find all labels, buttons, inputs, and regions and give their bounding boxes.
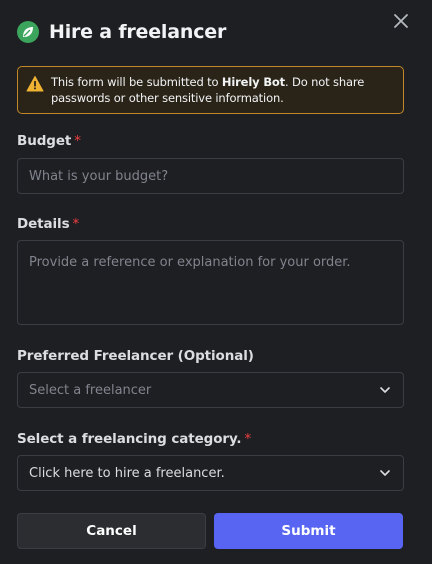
details-placeholder: Provide a reference or explanation for y…: [29, 255, 351, 270]
chevron-down-icon: [380, 470, 390, 476]
close-button[interactable]: [390, 10, 412, 32]
budget-label: Budget *: [17, 133, 81, 149]
category-label: Select a freelancing category. *: [17, 431, 252, 447]
cancel-button[interactable]: Cancel: [17, 513, 206, 549]
freelancer-placeholder: Select a freelancer: [29, 382, 152, 398]
freelancer-label: Preferred Freelancer (Optional): [17, 348, 254, 364]
required-marker: *: [74, 133, 81, 149]
required-marker: *: [72, 216, 80, 232]
dialog-title: Hire a freelancer: [49, 21, 227, 43]
dialog-header: Hire a freelancer: [17, 17, 226, 47]
chevron-down-icon: [380, 387, 390, 393]
close-icon: [394, 14, 408, 28]
budget-placeholder: What is your budget?: [29, 168, 169, 184]
leaf-icon: [17, 21, 39, 43]
required-marker: *: [244, 431, 252, 447]
details-textarea[interactable]: Provide a reference or explanation for y…: [17, 240, 404, 325]
budget-input[interactable]: What is your budget?: [17, 158, 404, 194]
hire-freelancer-dialog: Hire a freelancer This form will be subm…: [0, 0, 432, 564]
details-label: Details *: [17, 216, 80, 232]
freelancer-select[interactable]: Select a freelancer: [17, 372, 404, 408]
warning-icon: [26, 76, 44, 92]
category-value: Click here to hire a freelancer.: [29, 465, 225, 481]
warning-banner: This form will be submitted to Hirely Bo…: [17, 66, 404, 114]
category-select[interactable]: Click here to hire a freelancer.: [17, 455, 404, 491]
submit-button[interactable]: Submit: [214, 513, 403, 549]
bot-name: Hirely Bot: [221, 75, 286, 89]
warning-text: This form will be submitted to Hirely Bo…: [51, 75, 365, 105]
